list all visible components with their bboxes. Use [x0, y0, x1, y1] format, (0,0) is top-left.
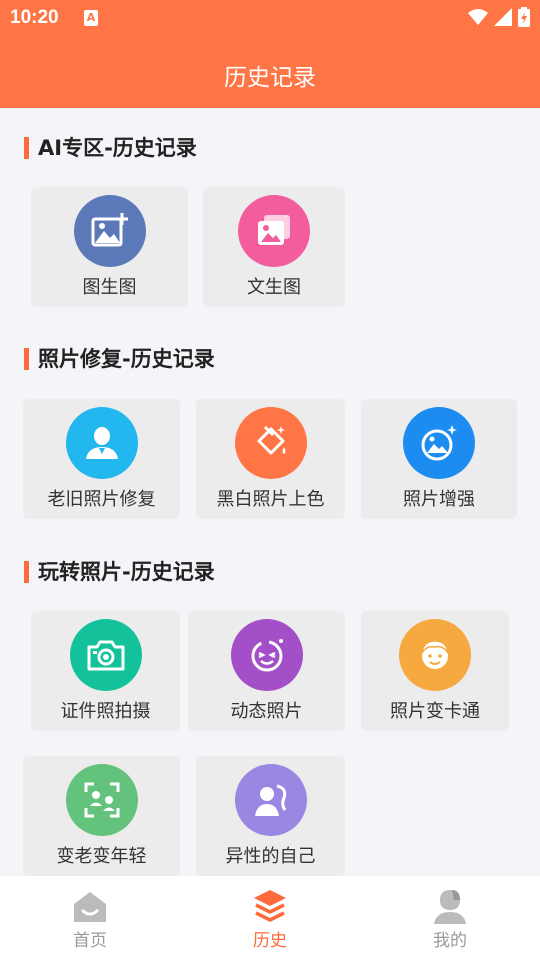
card-label: 变老变年轻	[56, 846, 147, 867]
card-label: 图生图	[82, 277, 137, 298]
section-title-play-photos: 玩转照片-历史记录	[24, 560, 215, 584]
nav-profile[interactable]: 我的	[360, 876, 540, 960]
notification-badge-text: A	[86, 11, 96, 24]
signal-icon	[494, 8, 512, 26]
paint-bucket-icon	[234, 407, 307, 479]
gender-profile-icon	[234, 764, 307, 836]
sparkle-photo-icon	[403, 407, 475, 479]
home-icon	[74, 892, 106, 922]
notification-app-icon: A	[84, 10, 98, 26]
person-icon	[65, 407, 138, 479]
user-icon	[434, 890, 466, 924]
people-scan-icon	[65, 764, 138, 836]
nav-home[interactable]: 首页	[0, 876, 180, 960]
battery-icon	[518, 7, 530, 27]
page-title: 历史记录	[224, 65, 316, 91]
status-icons	[468, 7, 530, 27]
nav-profile-label: 我的	[433, 931, 467, 951]
image-add-icon	[73, 195, 146, 267]
card-label: 照片增强	[403, 489, 475, 510]
card-dynamic-photo[interactable]: 动态照片	[188, 611, 345, 731]
card-opposite-gender[interactable]: 异性的自己	[196, 756, 345, 876]
camera-icon	[69, 619, 142, 691]
section-title-photo-repair: 照片修复-历史记录	[24, 347, 215, 371]
card-label: 证件照拍摄	[60, 701, 151, 722]
card-label: 黑白照片上色	[216, 489, 325, 510]
status-bar: 10:20 A	[0, 0, 540, 36]
card-label: 动态照片	[230, 701, 303, 722]
card-old-photo-repair[interactable]: 老旧照片修复	[23, 399, 180, 519]
bottom-nav: 首页 历史 我的	[0, 876, 540, 960]
smile-face-icon	[230, 619, 303, 691]
card-label: 照片变卡通	[390, 701, 480, 722]
card-photo-enhance[interactable]: 照片增强	[361, 399, 517, 519]
nav-home-label: 首页	[73, 931, 107, 951]
card-label: 异性的自己	[225, 846, 316, 867]
card-text-to-image[interactable]: 文生图	[203, 187, 345, 307]
nav-history-label: 历史	[253, 931, 287, 951]
card-id-photo[interactable]: 证件照拍摄	[31, 611, 180, 731]
card-image-to-image[interactable]: 图生图	[31, 187, 188, 307]
gallery-icon	[238, 195, 310, 267]
cartoon-face-icon	[399, 619, 471, 691]
card-label: 文生图	[247, 277, 301, 298]
card-label: 老旧照片修复	[47, 489, 156, 510]
app-header: 历史记录	[0, 36, 540, 108]
layers-icon	[254, 890, 286, 922]
card-photo-to-cartoon[interactable]: 照片变卡通	[361, 611, 509, 731]
card-colorize-photo[interactable]: 黑白照片上色	[196, 399, 345, 519]
card-age-change[interactable]: 变老变年轻	[23, 756, 180, 876]
section-title-ai: AI专区-历史记录	[24, 136, 197, 160]
status-time: 10:20	[10, 7, 59, 28]
nav-history[interactable]: 历史	[180, 876, 360, 960]
wifi-icon	[468, 9, 488, 25]
